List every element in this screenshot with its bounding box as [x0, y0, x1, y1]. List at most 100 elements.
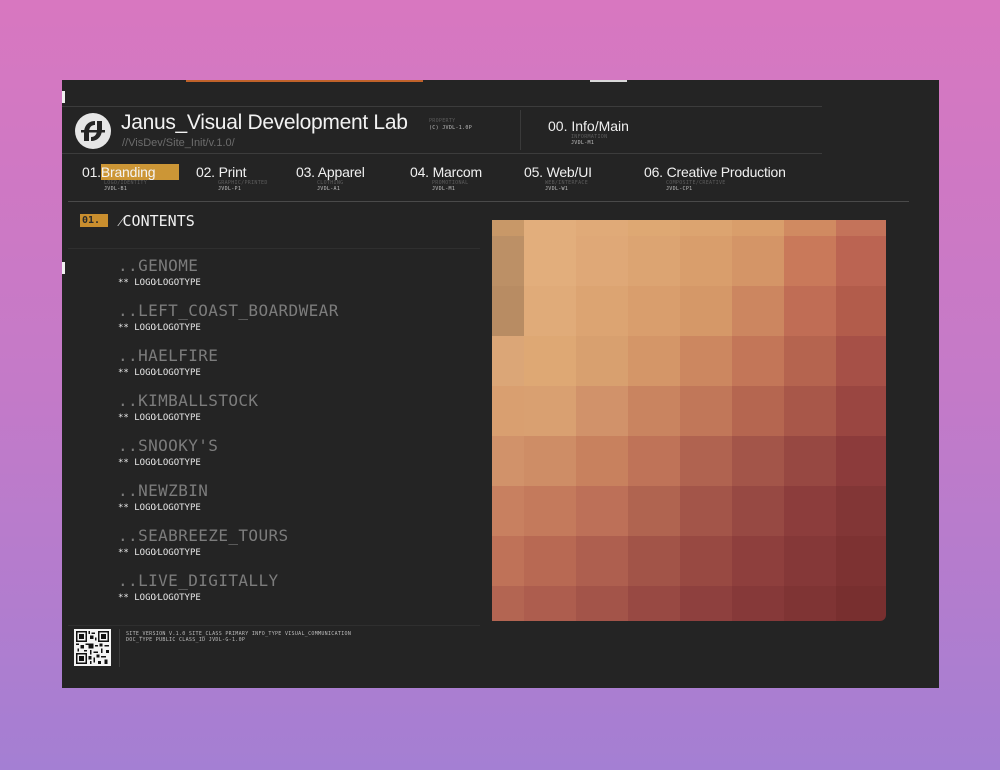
mosaic-cell — [524, 436, 576, 486]
list-item-kimballstock[interactable]: ..KIMBALLSTOCK ** LOGO⁄LOGOTYPE — [118, 391, 438, 436]
mosaic-cell — [524, 286, 576, 336]
mosaic-cell — [836, 386, 886, 436]
mosaic-cell — [628, 286, 680, 336]
list-item-left-coast-boardwear[interactable]: ..LEFT_COAST_BOARDWEAR ** LOGO⁄LOGOTYPE — [118, 301, 438, 346]
nav-item-web-ui[interactable]: 05. Web/UI WEB/INTERFACE JVDL-W1 — [524, 164, 592, 194]
nav-info-main[interactable]: 00. Info/Main — [548, 118, 629, 134]
mosaic-cell — [628, 220, 680, 236]
footer-meta-line-2: DOC_TYPE PUBLIC CLASS_ID JVDL-G-1.0P — [126, 637, 245, 643]
entry-tag: ** LOGO⁄LOGOTYPE — [118, 593, 201, 603]
mosaic-cell — [492, 386, 524, 436]
mosaic-cell — [628, 236, 680, 286]
list-item-snookys[interactable]: ..SNOOKY'S ** LOGO⁄LOGOTYPE — [118, 436, 438, 481]
mosaic-cell — [784, 536, 836, 586]
mosaic-cell — [680, 486, 732, 536]
nav-label: Print — [218, 164, 247, 180]
mosaic-cell — [836, 536, 886, 586]
mosaic-cell — [784, 286, 836, 336]
mosaic-cell — [492, 286, 524, 336]
nav-code: JVDL-W1 — [545, 186, 569, 192]
nav-label: Web/UI — [546, 164, 592, 180]
entry-tag: ** LOGO⁄LOGOTYPE — [118, 278, 201, 288]
mosaic-cell — [576, 486, 628, 536]
mosaic-cell — [628, 336, 680, 386]
nav-item-branding[interactable]: 01.Branding LOGO/IDENTITY JVDL-B1 — [82, 164, 180, 194]
mosaic-cell — [524, 486, 576, 536]
mosaic-cell — [732, 386, 784, 436]
nav-code: JVDL-CP1 — [666, 186, 693, 192]
header-separator — [520, 110, 521, 150]
edge-marker — [62, 262, 65, 274]
mosaic-cell — [680, 386, 732, 436]
list-item-live-digitally[interactable]: ..LIVE_DIGITALLY ** LOGO⁄LOGOTYPE — [118, 571, 438, 616]
nav-label: Marcom — [432, 164, 483, 180]
nav-label: Creative Production — [666, 164, 786, 180]
mosaic-cell — [524, 336, 576, 386]
mosaic-cell — [576, 286, 628, 336]
mosaic-cell — [492, 486, 524, 536]
nav-item-creative-production[interactable]: 06. Creative Production COMPOSITE/CREATI… — [644, 164, 786, 194]
mosaic-cell — [680, 536, 732, 586]
mosaic-cell — [628, 586, 680, 621]
entry-name: ..NEWZBIN — [118, 481, 209, 500]
mosaic-cell — [492, 436, 524, 486]
janus-logo[interactable] — [75, 113, 111, 149]
mosaic-cell — [680, 436, 732, 486]
list-item-haelfire[interactable]: ..HAELFIRE ** LOGO⁄LOGOTYPE — [118, 346, 438, 391]
entry-tag: ** LOGO⁄LOGOTYPE — [118, 323, 201, 333]
footer-rule — [68, 625, 480, 626]
preview-image — [492, 220, 886, 621]
nav-code: JVDL-M1 — [432, 186, 456, 192]
entry-name: ..SEABREEZE_TOURS — [118, 526, 289, 545]
mosaic-cell — [784, 486, 836, 536]
qr-code[interactable] — [74, 629, 111, 666]
section-number: 01. — [80, 214, 108, 227]
top-accent-bar-light — [590, 80, 627, 82]
property-value: (C) JVDL-1.0P — [429, 125, 473, 131]
mosaic-cell — [576, 386, 628, 436]
mosaic-cell — [492, 236, 524, 286]
mosaic-cell — [576, 436, 628, 486]
janus-logo-icon — [81, 121, 105, 141]
footer-value: VISUAL_COMMUNICATION — [284, 631, 352, 637]
mosaic-cell — [628, 536, 680, 586]
mosaic-cell — [732, 286, 784, 336]
mosaic-cell — [628, 386, 680, 436]
site-subtitle: //VisDev/Site_Init/v.1.0/ — [122, 137, 235, 149]
footer-key: CLASS_ID — [178, 637, 206, 643]
nav-number: 01. — [82, 164, 101, 180]
mosaic-cell — [836, 436, 886, 486]
mosaic-cell — [836, 486, 886, 536]
mosaic-cell — [732, 220, 784, 236]
nav-item-apparel[interactable]: 03. Apparel CLOTHING JVDL-A1 — [296, 164, 365, 194]
section-title: ⁄CONTENTS — [120, 212, 195, 230]
qr-code-icon — [76, 631, 109, 664]
mosaic-cell — [492, 586, 524, 621]
edge-marker — [62, 91, 65, 103]
footer-key: INFO_TYPE — [251, 631, 282, 637]
footer-value: PUBLIC — [155, 637, 176, 643]
mosaic-cell — [836, 220, 886, 236]
nav-code: JVDL-A1 — [317, 186, 341, 192]
mosaic-cell — [732, 436, 784, 486]
entry-tag: ** LOGO⁄LOGOTYPE — [118, 458, 201, 468]
mosaic-cell — [732, 486, 784, 536]
entry-name: ..LEFT_COAST_BOARDWEAR — [118, 301, 339, 320]
top-accent-bar — [186, 80, 423, 82]
nav-item-marcom[interactable]: 04. Marcom PROMOTIONAL JVDL-M1 — [410, 164, 482, 194]
mosaic-cell — [492, 220, 524, 236]
section-rule — [68, 248, 480, 249]
mosaic-cell — [492, 336, 524, 386]
list-item-seabreeze-tours[interactable]: ..SEABREEZE_TOURS ** LOGO⁄LOGOTYPE — [118, 526, 438, 571]
nav-label-active: Branding — [100, 164, 180, 180]
footer-value: JVDL-G-1.0P — [208, 637, 246, 643]
mosaic-cell — [784, 336, 836, 386]
mosaic-cell — [680, 336, 732, 386]
nav-item-print[interactable]: 02. Print GRAPHIC/PRINTED JVDL-P1 — [196, 164, 268, 194]
list-item-genome[interactable]: ..GENOME ** LOGO⁄LOGOTYPE — [118, 256, 438, 301]
info-sub-code: JVDL-M1 — [571, 140, 595, 146]
site-title[interactable]: Janus_Visual Development Lab — [121, 111, 408, 135]
site-window: Janus_Visual Development Lab //VisDev/Si… — [62, 80, 939, 688]
list-item-newzbin[interactable]: ..NEWZBIN ** LOGO⁄LOGOTYPE — [118, 481, 438, 526]
nav-number: 04. — [410, 164, 429, 180]
